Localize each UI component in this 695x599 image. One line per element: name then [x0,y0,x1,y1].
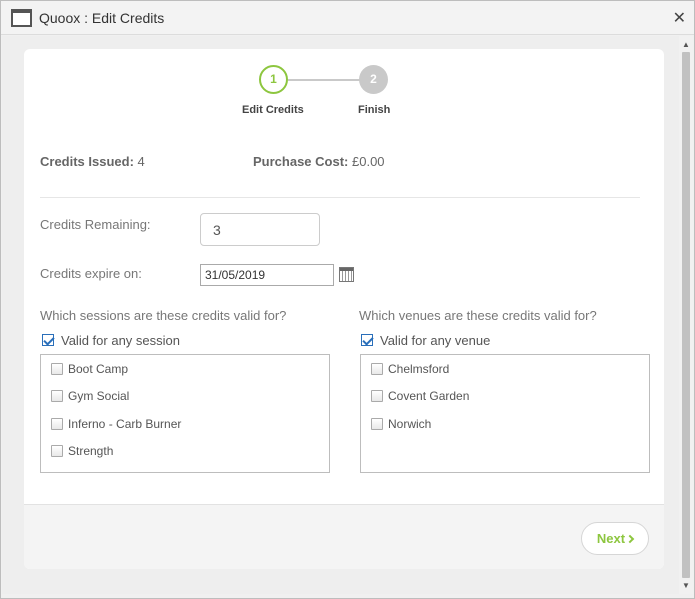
wizard-footer: Next [24,504,664,569]
any-session-label: Valid for any session [61,333,180,348]
session-item-gym-social[interactable]: Gym Social [51,389,129,403]
chevron-right-icon [625,534,635,544]
any-venue-checkbox[interactable] [361,334,373,346]
purchase-cost-label: Purchase Cost: [253,154,349,169]
window-title: Quoox : Edit Credits [39,10,165,26]
credits-expire-label: Credits expire on: [40,266,142,281]
dialog-body: 1 2 Edit Credits Finish Credits Issued: … [2,36,679,594]
dialog-window: Quoox : Edit Credits ✕ 1 2 Edit Credits … [0,0,695,599]
sessions-question: Which sessions are these credits valid f… [40,308,287,323]
venue-item-label: Covent Garden [388,389,470,403]
close-icon[interactable]: ✕ [673,8,686,28]
window-icon [11,9,32,27]
credits-issued-value: 4 [137,154,145,169]
session-item-boot-camp[interactable]: Boot Camp [51,362,128,376]
step-1-label: Edit Credits [242,104,304,116]
step-2-indicator: 2 [359,65,388,94]
session-item-label: Gym Social [68,389,130,403]
session-item-label: Boot Camp [68,362,129,376]
title-bar: Quoox : Edit Credits ✕ [1,1,694,35]
scroll-thumb[interactable] [682,52,690,578]
session-item-inferno[interactable]: Inferno - Carb Burner [51,417,181,431]
vertical-scrollbar[interactable]: ▲ ▼ [679,36,693,594]
venue-item-norwich[interactable]: Norwich [371,417,431,431]
step-connector [288,79,360,81]
venue-checkbox[interactable] [371,390,383,402]
session-checkbox[interactable] [51,418,63,430]
scroll-down-arrow-icon[interactable]: ▼ [682,581,690,590]
any-venue-label: Valid for any venue [380,333,491,348]
expiry-date-input[interactable] [200,264,334,286]
venues-question: Which venues are these credits valid for… [359,308,597,323]
step-1-indicator: 1 [259,65,288,94]
credits-issued: Credits Issued: 4 [40,154,145,169]
venue-checkbox[interactable] [371,418,383,430]
credits-remaining-label: Credits Remaining: [40,217,151,232]
purchase-cost-value: £0.00 [352,154,385,169]
sessions-list: Boot Camp Gym Social Inferno - Carb Burn… [40,354,330,473]
venue-item-chelmsford[interactable]: Chelmsford [371,362,449,376]
purchase-cost: Purchase Cost: £0.00 [253,154,385,169]
divider [40,197,640,198]
scroll-up-arrow-icon[interactable]: ▲ [682,40,690,49]
session-checkbox[interactable] [51,390,63,402]
credits-issued-label: Credits Issued: [40,154,134,169]
session-item-label: Strength [68,444,114,458]
session-item-strength[interactable]: Strength [51,444,113,458]
any-session-checkbox[interactable] [42,334,54,346]
any-venue-option[interactable]: Valid for any venue [361,333,490,348]
venue-item-label: Norwich [388,417,432,431]
session-checkbox[interactable] [51,363,63,375]
calendar-icon[interactable] [339,267,354,282]
venues-list: Chelmsford Covent Garden Norwich [360,354,650,473]
credits-remaining-input[interactable] [200,213,320,246]
next-button[interactable]: Next [581,522,649,555]
session-item-label: Inferno - Carb Burner [68,417,182,431]
session-checkbox[interactable] [51,445,63,457]
venue-item-label: Chelmsford [388,362,450,376]
wizard-card: 1 2 Edit Credits Finish Credits Issued: … [24,49,664,569]
next-button-label: Next [596,531,626,546]
venue-checkbox[interactable] [371,363,383,375]
venue-item-covent-garden[interactable]: Covent Garden [371,389,469,403]
any-session-option[interactable]: Valid for any session [42,333,180,348]
step-2-label: Finish [358,104,391,116]
